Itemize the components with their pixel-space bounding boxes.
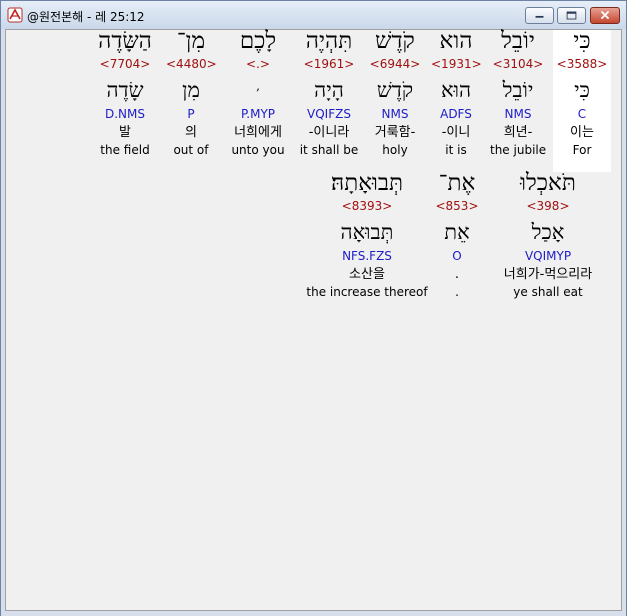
strong-number[interactable]: <3588> bbox=[553, 58, 611, 76]
morphology-code: ADFS bbox=[440, 107, 472, 121]
korean-gloss: 의 bbox=[185, 125, 197, 140]
lexeme-word: אָכַל bbox=[531, 220, 565, 244]
lexeme-word: כִּי bbox=[574, 78, 590, 102]
lexeme-word: , bbox=[256, 79, 260, 93]
morphology-code: P bbox=[187, 107, 195, 121]
window-bottom-border bbox=[1, 611, 626, 616]
strong-number[interactable]: <.> bbox=[224, 58, 292, 76]
korean-gloss: 희년- bbox=[503, 125, 533, 140]
close-icon bbox=[600, 10, 610, 20]
english-gloss: it is bbox=[445, 143, 467, 157]
word-column[interactable]: הַשָּׂדֶה <7704> שָׂדֶה D.NMS 발 the fiel… bbox=[94, 30, 156, 161]
hebrew-word: תְּבוּאָתָהּ׃ bbox=[330, 170, 404, 196]
lexeme-word: מִן bbox=[182, 78, 200, 102]
morphology-code: NMS bbox=[381, 107, 409, 121]
window-title: @원전본해 - 레 25:12 bbox=[27, 10, 145, 24]
morphology-code: NFS.FZS bbox=[342, 249, 392, 263]
maximize-icon bbox=[566, 11, 577, 20]
korean-gloss: 거룩함- bbox=[374, 125, 416, 140]
strong-number[interactable]: <1961> bbox=[296, 58, 362, 76]
hebrew-word: קֹדֶשׁ bbox=[375, 28, 415, 54]
lexeme-word: הָיָה bbox=[314, 78, 344, 102]
lexeme-word: הוּא bbox=[440, 78, 472, 102]
korean-gloss: 너희가-먹으리라 bbox=[503, 267, 593, 282]
word-column[interactable]: יוֹבֵל <3104> יוֹבֵל NMS 희년- the jubile bbox=[490, 30, 546, 161]
morphology-code: NMS bbox=[504, 107, 532, 121]
word-column[interactable]: תְּבוּאָתָהּ׃ <8393> תְּבוּאָה NFS.FZS 소… bbox=[306, 172, 428, 303]
korean-gloss: 이는 bbox=[570, 125, 594, 140]
app-window: @원전본해 - 레 25:12 כִּי <3588> כִּי C 이는 Fo… bbox=[0, 0, 627, 616]
english-gloss: . bbox=[455, 285, 459, 299]
english-gloss: holy bbox=[382, 143, 408, 157]
english-gloss: the increase thereof bbox=[306, 285, 428, 299]
morphology-code: O bbox=[452, 249, 462, 263]
lexeme-word: שָׂדֶה bbox=[106, 78, 144, 102]
lexeme-word: יוֹבֵל bbox=[502, 78, 534, 102]
word-column[interactable]: קֹדֶשׁ <6944> קֹדֶשׁ NMS 거룩함- holy bbox=[366, 30, 424, 161]
lexeme-word: תְּבוּאָה bbox=[340, 220, 394, 244]
korean-gloss: 너희에게 bbox=[234, 125, 282, 140]
strong-number[interactable]: <6944> bbox=[366, 58, 424, 76]
close-button[interactable] bbox=[590, 7, 620, 24]
app-logo-icon bbox=[7, 7, 23, 23]
korean-gloss: -이니라 bbox=[308, 125, 350, 140]
word-column[interactable]: לָכֶם <.> , P.MYP 너희에게 unto you bbox=[224, 30, 292, 161]
english-gloss: out of bbox=[173, 143, 209, 157]
lexeme-word: אֵת bbox=[444, 220, 470, 244]
maximize-button[interactable] bbox=[557, 7, 586, 24]
hebrew-word: הוא bbox=[439, 28, 473, 54]
english-gloss: the field bbox=[100, 143, 150, 157]
english-gloss: unto you bbox=[231, 143, 285, 157]
morphology-code: VQIFZS bbox=[307, 107, 351, 121]
minimize-icon bbox=[535, 15, 544, 18]
strong-number[interactable]: <8393> bbox=[306, 200, 428, 218]
korean-gloss: . bbox=[454, 267, 460, 282]
morphology-code: VQIMYP bbox=[524, 249, 572, 263]
english-gloss: it shall be bbox=[299, 143, 359, 157]
strong-number[interactable]: <1931> bbox=[431, 58, 482, 76]
minimize-button[interactable] bbox=[525, 7, 554, 24]
word-column[interactable]: הוא <1931> הוּא ADFS -이니 it is bbox=[431, 28, 482, 161]
hebrew-word: אֶת־ bbox=[438, 170, 476, 196]
hebrew-word: יוֹבֵל bbox=[501, 28, 535, 54]
korean-gloss: 발 bbox=[119, 125, 131, 140]
word-column[interactable]: מִן־ <4480> מִן P 의 out of bbox=[166, 28, 217, 161]
english-gloss: ye shall eat bbox=[513, 285, 583, 299]
lexeme-word: קֹדֶשׁ bbox=[376, 78, 414, 102]
morphology-code: P.MYP bbox=[240, 107, 276, 121]
strong-number[interactable]: <398> bbox=[490, 200, 606, 218]
hebrew-word: כִּי bbox=[573, 28, 591, 54]
title-bar[interactable]: @원전본해 - 레 25:12 bbox=[1, 1, 626, 29]
english-gloss: the jubile bbox=[490, 143, 547, 157]
word-column[interactable]: אֶת־ <853> אֵת O . . bbox=[432, 172, 482, 303]
word-column[interactable]: תֹּאכְלוּ <398> אָכַל VQIMYP 너희가-먹으리라 ye… bbox=[490, 172, 606, 303]
hebrew-word: הַשָּׂדֶה bbox=[98, 28, 152, 54]
hebrew-word: מִן־ bbox=[176, 28, 206, 54]
strong-number[interactable]: <4480> bbox=[166, 58, 217, 76]
strong-number[interactable]: <3104> bbox=[490, 58, 546, 76]
word-column[interactable]: תִּהְיֶה <1961> הָיָה VQIFZS -이니라 it sha… bbox=[296, 30, 362, 161]
hebrew-word: תֹּאכְלוּ bbox=[520, 170, 576, 196]
strong-number[interactable]: <7704> bbox=[94, 58, 156, 76]
strong-number[interactable]: <853> bbox=[432, 200, 482, 218]
korean-gloss: -이니 bbox=[441, 125, 471, 140]
interlinear-view[interactable]: כִּי <3588> כִּי C 이는 For יוֹבֵל <3104> … bbox=[5, 29, 622, 611]
morphology-code: C bbox=[577, 107, 587, 121]
word-column[interactable]: כִּי <3588> כִּי C 이는 For bbox=[553, 30, 611, 172]
korean-gloss: 소산을 bbox=[349, 267, 385, 282]
hebrew-word: תִּהְיֶה bbox=[305, 28, 353, 54]
hebrew-word: לָכֶם bbox=[239, 28, 277, 54]
morphology-code: D.NMS bbox=[104, 107, 145, 121]
english-gloss: For bbox=[572, 143, 592, 157]
